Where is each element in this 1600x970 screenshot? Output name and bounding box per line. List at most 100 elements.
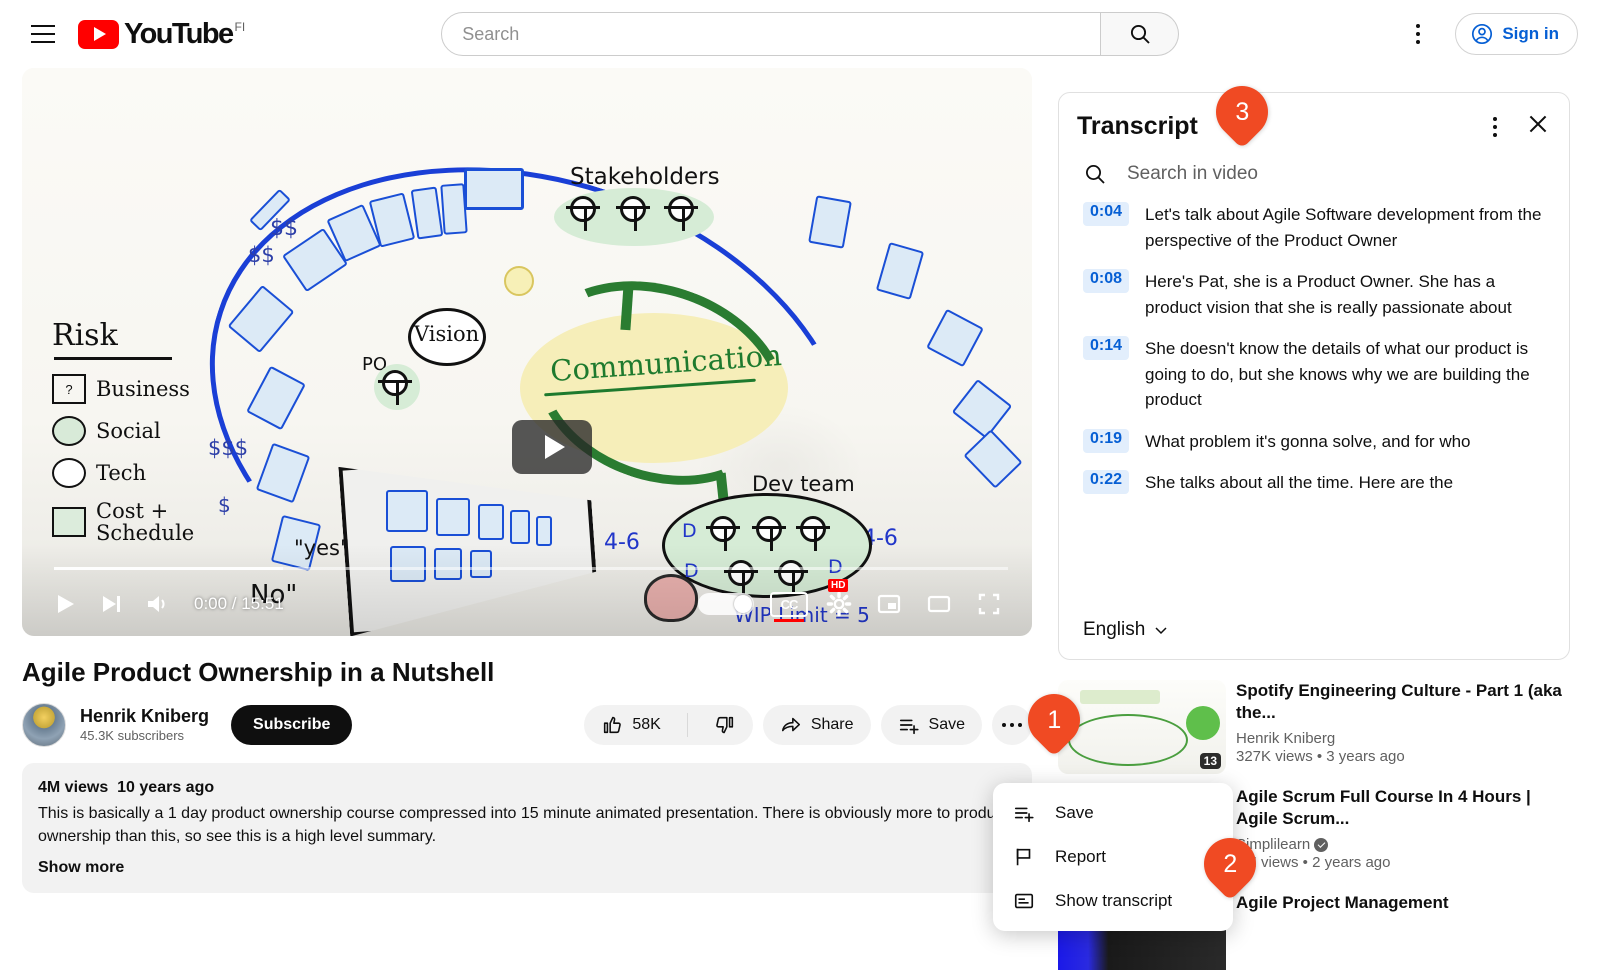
next-button[interactable] [88, 581, 134, 627]
transcript-entry[interactable]: 0:04 Let's talk about Agile Software dev… [1083, 202, 1551, 253]
like-dislike-group: 58K [584, 704, 753, 745]
menu-item-save[interactable]: Save [993, 791, 1233, 835]
progress-bar[interactable] [54, 567, 1008, 570]
transcript-timestamp[interactable]: 0:14 [1083, 336, 1130, 360]
recommendation-channel[interactable]: Henrik Kniberg [1236, 730, 1570, 747]
lightbulb-icon [504, 266, 534, 296]
risk-underline [54, 357, 172, 360]
share-label: Share [810, 715, 854, 733]
channel-avatar[interactable] [22, 702, 66, 747]
video-player[interactable]: $$ $$ $$$ $ Risk ? Business Social Tech [22, 68, 1032, 636]
po-figure [378, 370, 412, 405]
search-area [441, 12, 1180, 56]
hamburger-menu-icon[interactable] [22, 13, 64, 55]
transcript-timestamp[interactable]: 0:22 [1083, 470, 1130, 494]
save-button[interactable]: Save [880, 704, 982, 745]
dislike-button[interactable] [697, 705, 753, 745]
transcript-entry[interactable]: 0:08 Here's Pat, she is a Product Owner.… [1083, 269, 1551, 320]
figure-body [681, 209, 685, 231]
social-risk-icon [52, 416, 86, 446]
theater-mode-button[interactable] [916, 581, 962, 627]
recommendation-item[interactable]: 13 Spotify Engineering Culture - Part 1 … [1058, 680, 1570, 774]
hamburger-line [31, 41, 55, 43]
save-label: Save [928, 715, 965, 733]
autoplay-toggle[interactable] [698, 593, 754, 615]
share-button[interactable]: Share [762, 704, 871, 745]
play-button[interactable] [42, 581, 88, 627]
recommendation-channel[interactable]: Simplilearn [1236, 836, 1570, 853]
thumbnail-duration: 13 [1199, 753, 1221, 769]
youtube-wordmark: YouTube [124, 17, 234, 50]
risk-item-label: Cost + Schedule [96, 499, 195, 546]
center-play-button[interactable] [512, 420, 592, 474]
menu-item-report[interactable]: Report [993, 835, 1233, 879]
risk-legend: Risk ? Business Social Tech Cost + Sched… [52, 318, 194, 556]
share-arrow-icon [781, 717, 800, 731]
transcript-timestamp[interactable]: 0:19 [1083, 428, 1130, 453]
next-track-icon [103, 596, 120, 612]
youtube-play-icon [78, 19, 119, 49]
miniplayer-icon [877, 594, 901, 614]
player-controls-right: CC HD [698, 579, 1012, 627]
video-description[interactable]: 4M views 10 years ago This is basically … [22, 762, 1032, 894]
transcript-text: She doesn't know the details of what our… [1145, 339, 1530, 409]
funnel-note [536, 516, 552, 546]
transcript-search-input[interactable] [1125, 162, 1545, 186]
transcript-kebab-icon[interactable] [1481, 113, 1509, 141]
risk-item-label: Social [96, 419, 161, 443]
channel-meta: Henrik Kniberg 45.3K subscribers [80, 705, 209, 745]
subscribe-button[interactable]: Subscribe [231, 704, 353, 745]
video-title: Agile Product Ownership in a Nutshell [22, 657, 495, 687]
transcript-timestamp[interactable]: 0:08 [1083, 269, 1130, 293]
fullscreen-icon [978, 593, 1000, 615]
transcript-entry[interactable]: 0:19 What problem it's gonna solve, and … [1083, 428, 1551, 455]
transcript-header-actions [1481, 111, 1551, 142]
sign-in-button[interactable]: Sign in [1455, 13, 1578, 55]
more-actions-button[interactable] [992, 704, 1032, 745]
language-selector[interactable]: English [1083, 619, 1169, 641]
search-icon [1086, 165, 1105, 184]
channel-name[interactable]: Henrik Kniberg [80, 705, 209, 727]
transcript-header: Transcript [1059, 93, 1569, 148]
transcript-icon [1014, 893, 1034, 909]
search-box[interactable] [441, 12, 1102, 56]
transcript-close-button[interactable] [1525, 111, 1551, 142]
recommendation-thumbnail[interactable]: 13 [1058, 680, 1226, 774]
masthead: YouTube FI Sign in [0, 0, 1600, 68]
fullscreen-button[interactable] [966, 581, 1012, 627]
show-more-button[interactable]: Show more [38, 857, 124, 880]
gear-icon [826, 591, 852, 617]
money-label: $$ [248, 243, 275, 267]
settings-button[interactable]: HD [816, 579, 862, 627]
transcript-timestamp[interactable]: 0:04 [1083, 202, 1130, 226]
recommendation-title: Agile Scrum Full Course In 4 Hours | Agi… [1236, 787, 1531, 829]
transcript-entry[interactable]: 0:22 She talks about all the time. Here … [1083, 470, 1551, 496]
d-letter: D [682, 520, 697, 542]
transcript-entry[interactable]: 0:14 She doesn't know the details of wha… [1083, 336, 1551, 413]
annotation-marker-number: 2 [1223, 849, 1237, 878]
owner-and-actions-row: Henrik Kniberg 45.3K subscribers Subscri… [22, 702, 1032, 747]
language-label: English [1083, 619, 1146, 640]
transcript-search-row[interactable] [1059, 148, 1569, 192]
youtube-logo[interactable]: YouTube FI [78, 17, 245, 50]
account-circle-icon [1472, 23, 1493, 45]
miniplayer-button[interactable] [866, 581, 912, 627]
flag-icon [1016, 848, 1031, 866]
volume-button[interactable] [134, 581, 180, 627]
risk-legend-title: Risk [52, 318, 118, 353]
figure-body [395, 383, 399, 405]
play-icon [58, 595, 74, 613]
recommendation-meta: Spotify Engineering Culture - Part 1 (ak… [1236, 680, 1570, 774]
menu-item-show-transcript[interactable]: Show transcript [993, 879, 1233, 923]
search-button[interactable] [1101, 12, 1180, 56]
settings-kebab-icon[interactable] [1397, 13, 1439, 55]
transcript-list[interactable]: 0:04 Let's talk about Agile Software dev… [1059, 192, 1569, 613]
recommendation-meta: Agile Scrum Full Course In 4 Hours | Agi… [1236, 786, 1570, 880]
risk-item: Cost + Schedule [52, 500, 194, 544]
masthead-right: Sign in [1397, 13, 1578, 55]
subtitles-button[interactable]: CC [766, 581, 812, 627]
like-button[interactable]: 58K [584, 705, 677, 745]
dot [1010, 722, 1014, 727]
description-text: This is basically a 1 day product owners… [38, 805, 1008, 845]
search-input[interactable] [460, 22, 1083, 46]
